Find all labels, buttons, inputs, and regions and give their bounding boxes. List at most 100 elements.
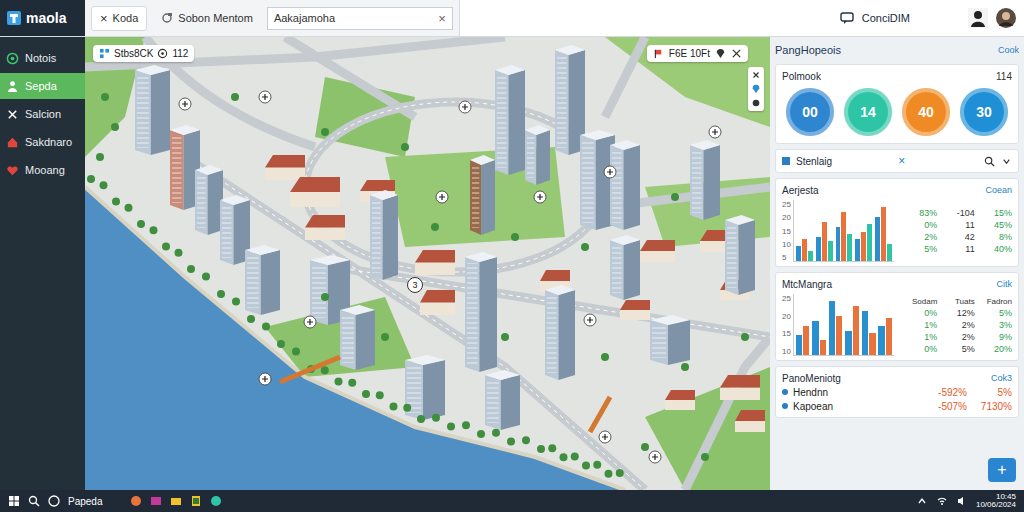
- search-field[interactable]: Aakajamoha×: [267, 7, 453, 30]
- bar[interactable]: [869, 333, 875, 355]
- bar[interactable]: [816, 237, 821, 261]
- chevron-down-icon[interactable]: [1001, 156, 1012, 167]
- note-icon[interactable]: [190, 495, 202, 507]
- chart-action[interactable]: Coean: [985, 185, 1012, 195]
- map-pin-icon[interactable]: [459, 101, 471, 113]
- bar[interactable]: [803, 326, 809, 355]
- map-view[interactable]: Stbs8CK112 F6E 10Ft 3: [85, 37, 770, 490]
- map-pin-icon[interactable]: [584, 314, 596, 326]
- tab[interactable]: ×Koda: [91, 6, 147, 31]
- person-icon[interactable]: [968, 8, 988, 28]
- bar[interactable]: [822, 222, 827, 261]
- panel-action[interactable]: Cook: [998, 45, 1019, 55]
- ring-row: 00144030: [782, 83, 1012, 139]
- tab[interactable]: Sobon Mentom: [153, 8, 261, 28]
- bar[interactable]: [861, 232, 866, 261]
- store-icon[interactable]: [150, 495, 162, 507]
- map-pin-icon[interactable]: [709, 126, 721, 138]
- expand-icon[interactable]: [731, 48, 742, 59]
- search-clear-button[interactable]: ×: [438, 11, 446, 26]
- bar[interactable]: [853, 306, 859, 355]
- list-value: 5%: [972, 387, 1012, 398]
- folder-icon[interactable]: [170, 495, 182, 507]
- bar[interactable]: [796, 246, 801, 261]
- bar[interactable]: [845, 331, 851, 355]
- taskbar-search[interactable]: Papeda: [68, 496, 102, 507]
- bar[interactable]: [847, 234, 852, 261]
- app-icon[interactable]: [48, 495, 60, 507]
- map-pin-icon[interactable]: [649, 451, 661, 463]
- bar[interactable]: [878, 326, 884, 355]
- bar[interactable]: [841, 212, 846, 261]
- speaker-icon[interactable]: [956, 495, 968, 507]
- map-marker-badge[interactable]: 3: [407, 277, 423, 293]
- stat-ring[interactable]: 40: [902, 88, 950, 136]
- tab-close-button[interactable]: ×: [100, 11, 108, 26]
- sidebar-item[interactable]: Sepda: [0, 73, 85, 99]
- table-cell: 45%: [975, 220, 1012, 230]
- search-icon[interactable]: [984, 156, 995, 167]
- axis-tick: 15: [782, 329, 791, 338]
- map-pin-icon[interactable]: [436, 191, 448, 203]
- sidebar-item[interactable]: Sakdnaro: [0, 129, 85, 155]
- maps-icon[interactable]: [210, 495, 222, 507]
- bar[interactable]: [875, 217, 880, 261]
- tree: [87, 175, 95, 183]
- bar[interactable]: [829, 301, 835, 355]
- bar[interactable]: [862, 311, 868, 355]
- clock[interactable]: 10:4510/06/2024: [976, 493, 1016, 510]
- bar[interactable]: [855, 239, 860, 261]
- checkbox[interactable]: [782, 157, 790, 165]
- bar[interactable]: [808, 251, 813, 261]
- clock-time: 10:45: [996, 493, 1016, 501]
- logo[interactable]: maola: [0, 0, 85, 36]
- map-pin-icon[interactable]: [604, 166, 616, 178]
- avatar-icon[interactable]: [996, 8, 1016, 28]
- user-name[interactable]: ConciDIM: [862, 12, 910, 24]
- stat-ring[interactable]: 30: [960, 88, 1008, 136]
- bar[interactable]: [812, 321, 818, 355]
- sidebar-item[interactable]: Salcion: [0, 101, 85, 127]
- bar[interactable]: [796, 335, 802, 355]
- map-tools-label[interactable]: F6E 10Ft: [669, 48, 710, 59]
- sidebar-item[interactable]: Mooang: [0, 157, 85, 183]
- bar[interactable]: [820, 340, 826, 355]
- bridge: [280, 357, 610, 432]
- bar[interactable]: [886, 318, 892, 355]
- city-map[interactable]: [85, 37, 770, 490]
- map-pin-icon[interactable]: [534, 191, 546, 203]
- pin-icon[interactable]: [715, 48, 726, 59]
- windows-icon[interactable]: [8, 495, 20, 507]
- bar[interactable]: [836, 316, 842, 355]
- map-filter-chip[interactable]: Stbs8CK112: [93, 45, 194, 62]
- browser-icon[interactable]: [130, 495, 142, 507]
- map-pin-icon[interactable]: [259, 373, 271, 385]
- bar[interactable]: [836, 227, 841, 261]
- stat-ring[interactable]: 00: [786, 88, 834, 136]
- stat-ring[interactable]: 14: [844, 88, 892, 136]
- sidebar-item[interactable]: Notois: [0, 45, 85, 71]
- search-icon[interactable]: [28, 495, 40, 507]
- record-icon[interactable]: [751, 98, 761, 108]
- table-cell: 0%: [900, 308, 937, 318]
- map-pin-icon[interactable]: [599, 431, 611, 443]
- bar[interactable]: [802, 239, 807, 261]
- chevron-up-icon[interactable]: [916, 495, 928, 507]
- wifi-icon[interactable]: [936, 495, 948, 507]
- bar[interactable]: [881, 207, 886, 261]
- map-pin-icon[interactable]: [259, 91, 271, 103]
- close-icon[interactable]: [751, 70, 761, 80]
- location-icon[interactable]: [751, 84, 761, 94]
- bar[interactable]: [887, 244, 892, 261]
- chart-action[interactable]: Citk: [997, 279, 1013, 289]
- tree: [247, 315, 255, 323]
- add-button[interactable]: +: [988, 458, 1016, 482]
- bar[interactable]: [867, 224, 872, 261]
- map-pin-icon[interactable]: [304, 316, 316, 328]
- map-pin-icon[interactable]: [179, 98, 191, 110]
- bar[interactable]: [828, 241, 833, 261]
- list-action[interactable]: Cok3: [991, 373, 1012, 383]
- list-row[interactable]: Hendnn-592%5%: [782, 385, 1012, 399]
- filter-close-button[interactable]: ×: [898, 154, 905, 168]
- list-row[interactable]: Kapoean-507%7130%: [782, 399, 1012, 413]
